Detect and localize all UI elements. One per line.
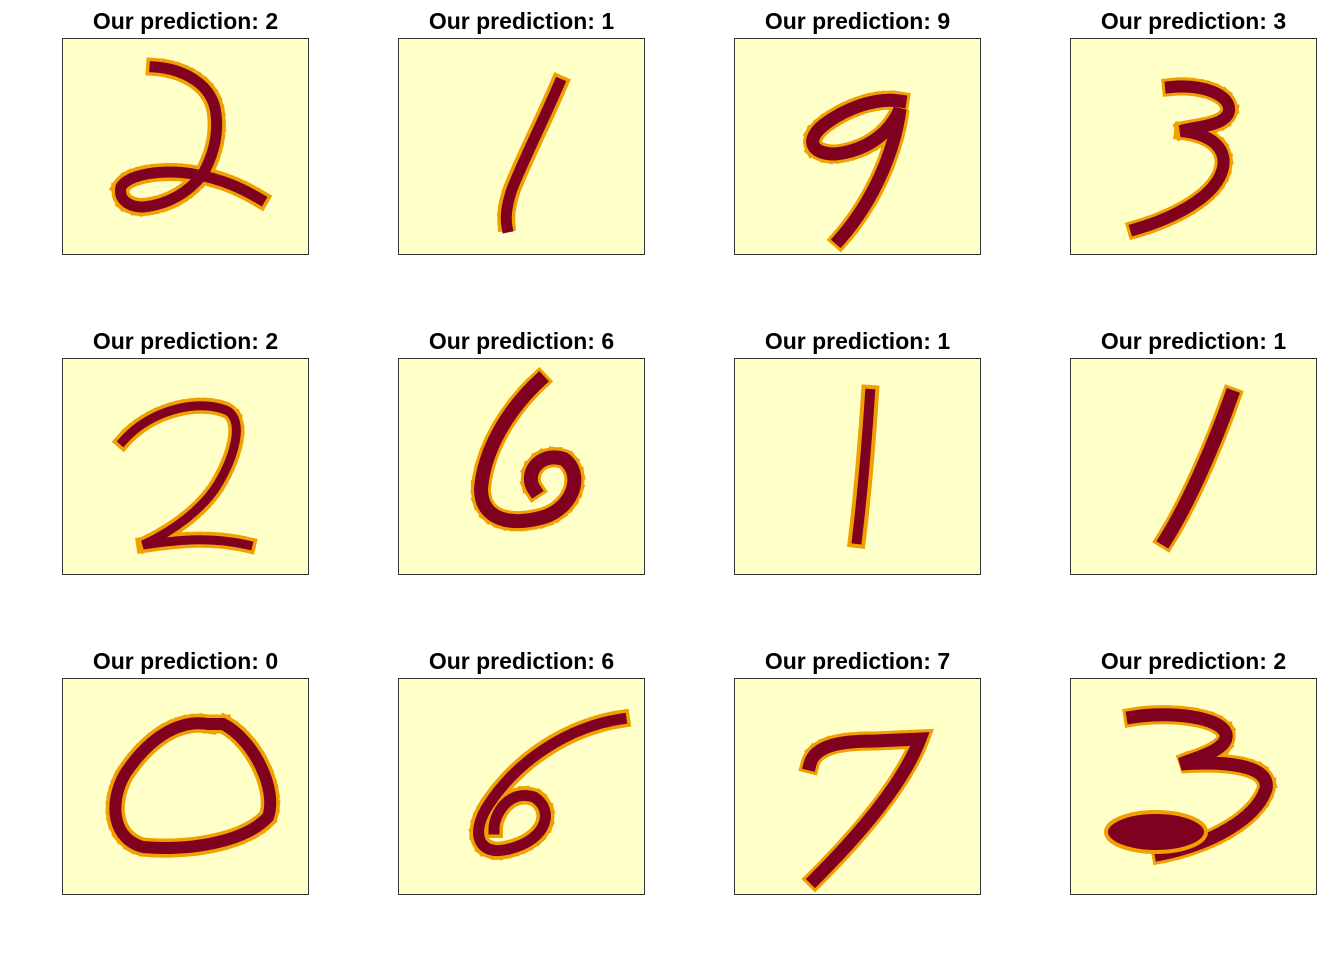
panel-title: Our prediction: 0 bbox=[92, 648, 279, 674]
digit-image bbox=[398, 358, 645, 575]
digit-image bbox=[1070, 358, 1317, 575]
panel-title: Our prediction: 1 bbox=[428, 8, 615, 34]
digit-image bbox=[734, 358, 981, 575]
digit-image bbox=[62, 358, 309, 575]
digit-image bbox=[1070, 678, 1317, 895]
digit-image bbox=[62, 678, 309, 895]
digit-image bbox=[734, 38, 981, 255]
digit-image bbox=[62, 38, 309, 255]
panel-title: Our prediction: 1 bbox=[1100, 328, 1287, 354]
panel-title: Our prediction: 6 bbox=[428, 328, 615, 354]
digit-image bbox=[734, 678, 981, 895]
panel-title: Our prediction: 2 bbox=[92, 8, 279, 34]
panel-title: Our prediction: 7 bbox=[764, 648, 951, 674]
panel-title: Our prediction: 3 bbox=[1100, 8, 1287, 34]
panel-title: Our prediction: 9 bbox=[764, 8, 951, 34]
panel-title: Our prediction: 2 bbox=[92, 328, 279, 354]
digit-image bbox=[398, 38, 645, 255]
digit-image bbox=[398, 678, 645, 895]
digit-image bbox=[1070, 38, 1317, 255]
panel-title: Our prediction: 1 bbox=[764, 328, 951, 354]
panel-title: Our prediction: 6 bbox=[428, 648, 615, 674]
panel-title: Our prediction: 2 bbox=[1100, 648, 1287, 674]
